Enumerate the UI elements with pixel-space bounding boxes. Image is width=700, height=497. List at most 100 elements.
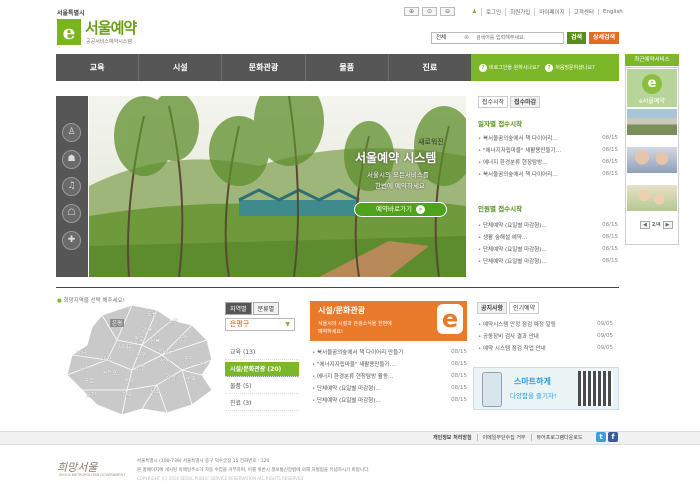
non-login-link[interactable]: ? 비로그인을 원하시나요? [479, 63, 539, 72]
district-yongsan[interactable]: 용산 [136, 363, 146, 371]
footer-copyright: COPYRIGHT (C) 2014 SEOUL PUBLIC SERVICE … [137, 476, 304, 481]
site-title[interactable]: 서울예약 [85, 17, 137, 38]
smart-banner[interactable]: 스마트하게 다양함을 즐기자! [473, 367, 619, 410]
district-gangbuk[interactable]: 강북 [142, 326, 152, 334]
district-select[interactable]: 은평구 ▼ [225, 318, 295, 331]
category-facility-culture[interactable]: 시설/문화관광 (20) [225, 362, 299, 377]
viewer-download-link[interactable]: 뷰어프로그램다운로드 [530, 434, 588, 441]
district-songpa[interactable]: 송파 [186, 375, 196, 383]
district-gwangjin[interactable]: 광진 [184, 355, 194, 363]
login-link[interactable]: 로그인 [480, 8, 505, 16]
search-button[interactable]: 검색 [567, 32, 586, 44]
zoom-in-icon[interactable]: ⊕ [404, 7, 419, 16]
culture-banner[interactable]: 시설/문화관광 서울시의 시설과 관광소식을 한번에 예약하세요! e [310, 301, 467, 341]
item-date: 08/15 [602, 234, 618, 240]
list-item[interactable]: 단체예약 (요일별 마감형)… 08/15 [478, 219, 618, 231]
tab-by-region[interactable]: 지역별 [225, 302, 252, 315]
district-dongdaemun[interactable]: 동대문 [158, 347, 173, 355]
zoom-reset-icon[interactable]: ⊙ [422, 7, 437, 16]
item-title: "에너지자립마을" 새활용만들기… [478, 146, 561, 154]
nav-goods[interactable]: 물품 [306, 54, 389, 81]
nav-education[interactable]: 교육 [56, 54, 140, 81]
signup-link[interactable]: 회원가입 [505, 8, 534, 16]
list-item[interactable]: 북서울꿈의숲에서 책 다이어리 만들기 08/15 [312, 346, 467, 358]
customer-center-link[interactable]: 고객센터 [568, 8, 598, 16]
english-link[interactable]: English [597, 9, 627, 15]
first-visit-link[interactable]: ? 처음방문하셨나요? [545, 63, 595, 72]
list-item[interactable]: 단체예약 (요일별 마감형)… 08/15 [478, 243, 618, 255]
district-mapo[interactable]: 마포 [102, 355, 112, 363]
detail-search-button[interactable]: 상세검색 [589, 32, 619, 44]
list-item[interactable]: 생활 숲해설 예약… 08/15 [478, 231, 618, 243]
district-gwanak[interactable]: 관악 [122, 391, 132, 399]
district-seodaemun[interactable]: 서대문 [118, 343, 133, 351]
culture-icon[interactable]: ♫ [62, 177, 81, 196]
prev-icon[interactable]: ◀ [640, 221, 650, 229]
district-nowon[interactable]: 노원 [168, 317, 178, 325]
education-icon[interactable]: ♙ [62, 123, 81, 142]
mypage-link[interactable]: 마이페이지 [534, 8, 568, 16]
list-item[interactable]: 에너지 환경분류 현장탐방… 08/15 [478, 156, 618, 168]
list-item[interactable]: 예약 시스템 점검 작업 안내 09/05 [478, 342, 613, 354]
district-seocho[interactable]: 서초 [150, 387, 160, 395]
recent-service-thumb[interactable] [627, 185, 677, 211]
top-tool-icons: ⊕ ⊙ ⊖ [404, 7, 455, 16]
tab-open[interactable]: 접수시작 [478, 96, 509, 108]
list-item[interactable]: 에너지 환경분류 현장탐방 활동… 08/15 [312, 370, 467, 382]
recent-service-thumb[interactable] [627, 109, 677, 135]
search-input[interactable] [476, 34, 560, 42]
recent-service-thumb[interactable] [627, 147, 677, 173]
district-dongjak[interactable]: 동작 [124, 377, 134, 385]
category-goods[interactable]: 물품 (5) [225, 379, 299, 394]
district-junggu[interactable]: 중구 [136, 351, 146, 359]
email-refusal-link[interactable]: 이메일무단수집 거부 [476, 434, 531, 441]
district-geumcheon[interactable]: 금천 [86, 391, 96, 399]
district-seongdong[interactable]: 성동 [160, 357, 170, 365]
tab-popular[interactable]: 인기예약 [509, 302, 540, 314]
tab-notice[interactable]: 공지사항 [477, 302, 508, 314]
clear-icon[interactable]: ⊗ [464, 34, 469, 41]
district-guro[interactable]: 구로 [84, 377, 94, 385]
district-eunpyeong[interactable]: 은평 [110, 319, 125, 327]
list-item[interactable]: 단체예약 (요일별 마감형)… 08/15 [312, 382, 467, 394]
facebook-icon[interactable]: f [608, 432, 618, 442]
list-item[interactable]: "에너지자립마을" 새활용만들기… 08/15 [312, 358, 467, 370]
privacy-link[interactable]: 개인정보 처리방침 [428, 434, 477, 441]
list-item[interactable]: 예약시스템 안정 점검 예정 알림 09/05 [478, 318, 613, 330]
district-yangcheon[interactable]: 양천 [80, 365, 90, 373]
e-seoul-banner[interactable]: e e서울예약 [627, 69, 677, 107]
category-education[interactable]: 교육 (13) [225, 345, 299, 360]
district-gangseo[interactable]: 강서 [76, 349, 86, 357]
list-item[interactable]: "에너지자립마을" 새활용만들기… 08/15 [478, 144, 618, 156]
district-dobong[interactable]: 도봉 [147, 310, 157, 318]
list-item[interactable]: 북서울꿈의숲에서 책 다이어리… 08/15 [478, 168, 618, 180]
reserve-now-button[interactable]: 예약바로가기 [354, 202, 447, 217]
district-yeongdeungpo[interactable]: 영등포 [102, 369, 117, 377]
medical-icon[interactable]: ✚ [62, 231, 81, 250]
district-seongbuk[interactable]: 성북 [150, 337, 160, 345]
district-jongno[interactable]: 종로 [134, 335, 144, 343]
district-jungnang[interactable]: 중랑 [178, 334, 188, 342]
list-item[interactable]: 북서울꿈의숲에서 책 다이어리… 08/15 [478, 132, 618, 144]
zoom-out-icon[interactable]: ⊖ [440, 7, 455, 16]
site-logo-mark[interactable]: e [57, 19, 81, 45]
tab-by-category[interactable]: 분류별 [252, 302, 280, 315]
facility-icon[interactable]: ☗ [62, 150, 81, 169]
district-gangnam[interactable]: 강남 [166, 373, 176, 381]
footer-address: 서울특별시 (100-739) 서울특별시 중구 덕수궁길 15 전화번호 : … [137, 459, 270, 464]
next-icon[interactable]: ▶ [662, 221, 673, 229]
list-item[interactable]: 단체예약 (요일별 마감형)… 08/15 [478, 255, 618, 267]
nav-facility[interactable]: 시설 [139, 54, 223, 81]
list-item[interactable]: 단체예약 (요일별 마감형)… 08/15 [312, 394, 467, 406]
list-item[interactable]: 공동장비 검사 결과 안내 09/05 [478, 330, 613, 342]
tab-close[interactable]: 접수마감 [510, 96, 541, 108]
nav-medical[interactable]: 진료 [389, 54, 471, 81]
city-logo[interactable]: 서울특별시 [57, 8, 85, 17]
seoul-district-map[interactable]: 은평 도봉 노원 강북 성북 중랑 서대문 종로 동대문 마포 중구 성동 광진… [62, 304, 220, 417]
category-medical[interactable]: 진료 (3) [225, 396, 299, 411]
goods-icon[interactable]: ☖ [62, 204, 81, 223]
search-scope-select[interactable]: 전체 [433, 34, 463, 42]
district-gangdong[interactable]: 강동 [198, 361, 208, 369]
twitter-icon[interactable]: t [596, 432, 606, 442]
nav-culture[interactable]: 문화관광 [222, 54, 306, 81]
